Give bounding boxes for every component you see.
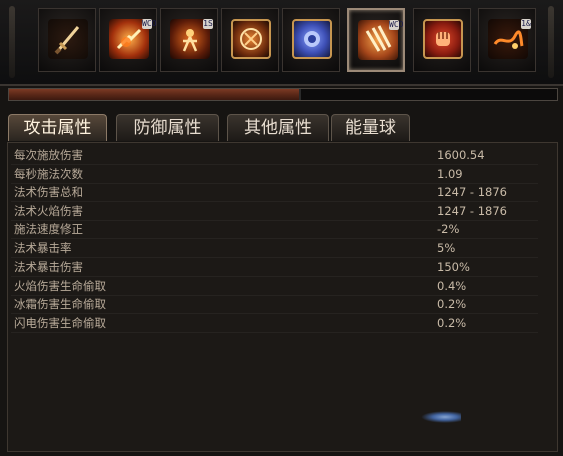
blue-rune-shield-icon xyxy=(292,19,332,59)
skill-slot-4[interactable] xyxy=(221,8,279,72)
resource-progress-bar xyxy=(0,86,563,106)
stat-label: 法术暴击伤害 xyxy=(14,260,83,274)
stat-value: 1247 - 1876 xyxy=(437,204,507,218)
stat-value: 1247 - 1876 xyxy=(437,185,507,199)
stat-row: 法术暴击伤害 150% xyxy=(11,259,538,277)
stat-row: 每秒施法次数 1.09 xyxy=(11,166,538,184)
stat-label: 施法速度修正 xyxy=(14,222,83,236)
skill-tag-badge: 1& xyxy=(521,19,531,29)
stat-row: 施法速度修正 -2% xyxy=(11,221,538,239)
stat-row: 法术火焰伤害 1247 - 1876 xyxy=(11,203,538,221)
sword-icon xyxy=(48,19,88,59)
stat-row: 闪电伤害生命偷取 0.2% xyxy=(11,315,538,333)
cursor-sparkle-effect xyxy=(421,411,461,423)
stat-value: 0.2% xyxy=(437,297,467,311)
stat-row: 法术暴击率 5% xyxy=(11,240,538,258)
stat-label: 每次施放伤害 xyxy=(14,148,83,162)
skill-slot-8[interactable]: 1& xyxy=(478,8,536,72)
meteor-shield-icon xyxy=(231,19,271,59)
tab-defense-attributes[interactable]: 防御属性 xyxy=(116,114,219,141)
stat-label: 闪电伤害生命偷取 xyxy=(14,316,106,330)
skill-slot-1[interactable] xyxy=(38,8,96,72)
tab-attack-attributes[interactable]: 攻击属性 xyxy=(8,114,107,141)
stat-label: 法术伤害总和 xyxy=(14,185,83,199)
stat-value: 5% xyxy=(437,241,456,255)
skill-slot-2[interactable]: WCO xyxy=(99,8,157,72)
skill-slot-6-selected[interactable]: WCO xyxy=(347,8,405,72)
stat-value: 0.2% xyxy=(437,316,467,330)
skill-slot-7[interactable] xyxy=(413,8,471,72)
skill-bar-right-ornament xyxy=(548,6,554,78)
stat-value: -2% xyxy=(437,222,460,236)
stat-label: 法术火焰伤害 xyxy=(14,204,83,218)
stat-row: 法术伤害总和 1247 - 1876 xyxy=(11,184,538,202)
skill-slot-5[interactable] xyxy=(282,8,340,72)
progress-fill xyxy=(9,89,302,100)
skill-slot-3[interactable]: 1S xyxy=(160,8,218,72)
skill-bar: WCO 1S WCO 1& xyxy=(0,0,563,86)
stat-value: 1.09 xyxy=(437,167,463,181)
progress-track xyxy=(8,88,558,101)
stat-row: 火焰伤害生命偷取 0.4% xyxy=(11,278,538,296)
stat-label: 火焰伤害生命偷取 xyxy=(14,279,106,293)
stat-value: 0.4% xyxy=(437,279,467,293)
skill-tag-badge: WCO xyxy=(389,20,404,30)
tab-other-attributes[interactable]: 其他属性 xyxy=(227,114,329,141)
tab-energy-orbs[interactable]: 能量球 xyxy=(331,114,410,141)
stat-value: 150% xyxy=(437,260,470,274)
stat-row: 冰霜伤害生命偷取 0.2% xyxy=(11,296,538,314)
stat-value: 1600.54 xyxy=(437,148,485,162)
skill-bar-left-ornament xyxy=(9,6,15,78)
stats-panel: 每次施放伤害 1600.54 每秒施法次数 1.09 法术伤害总和 1247 -… xyxy=(7,142,558,452)
stat-label: 法术暴击率 xyxy=(14,241,72,255)
fire-fist-icon xyxy=(423,19,463,59)
stat-label: 冰霜伤害生命偷取 xyxy=(14,297,106,311)
skill-tag-badge: WCO xyxy=(142,19,157,29)
stat-row: 每次施放伤害 1600.54 xyxy=(11,147,538,165)
skill-tag-badge: 1S xyxy=(203,19,213,29)
stat-label: 每秒施法次数 xyxy=(14,167,83,181)
